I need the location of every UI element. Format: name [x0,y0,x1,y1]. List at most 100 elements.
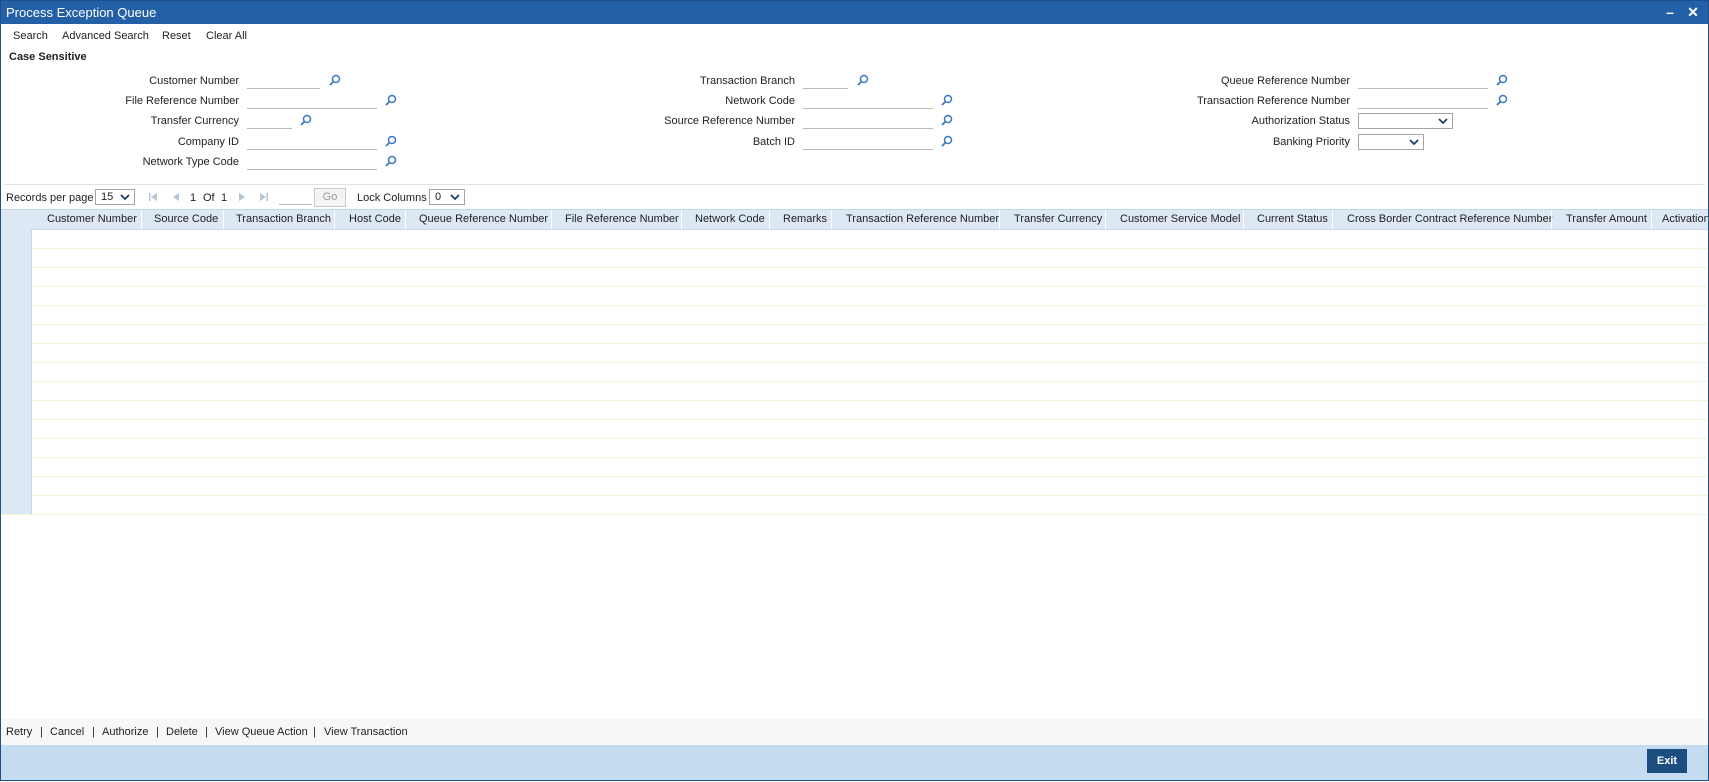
queue-reference-number-input[interactable] [1358,74,1488,89]
next-page-icon[interactable] [237,192,247,202]
row-selector[interactable] [1,457,32,476]
reset-button[interactable]: Reset [162,30,191,42]
row-selector[interactable] [1,381,32,400]
table-row[interactable] [1,286,1708,306]
column-header-network-code[interactable]: Network Code [695,213,765,225]
row-selector[interactable] [1,400,32,419]
network-code-label: Network Code [725,95,795,107]
table-row[interactable] [1,476,1708,496]
network-code-search-icon[interactable] [941,94,953,106]
search-button[interactable]: Search [13,30,48,42]
column-header-transaction-branch[interactable]: Transaction Branch [236,213,331,225]
column-header-customer-number[interactable]: Customer Number [47,213,137,225]
records-per-page-select[interactable]: 15 [95,189,135,205]
file-reference-number-search-icon[interactable] [385,94,397,106]
file-reference-number-label: File Reference Number [125,95,239,107]
row-selector[interactable] [1,343,32,362]
row-selector[interactable] [1,419,32,438]
transaction-branch-input[interactable] [803,74,848,89]
batch-id-input[interactable] [803,135,933,150]
column-header-transfer-currency[interactable]: Transfer Currency [1014,213,1102,225]
last-page-icon[interactable] [259,192,269,202]
row-selector[interactable] [1,495,32,514]
page-number-input[interactable] [279,190,312,205]
network-type-code-input[interactable] [247,155,377,170]
network-code-input[interactable] [803,94,933,109]
network-type-code-label: Network Type Code [142,156,239,168]
row-selector[interactable] [1,267,32,286]
transfer-currency-input[interactable] [247,114,292,129]
authorize-button[interactable]: Authorize [102,726,148,738]
first-page-icon[interactable] [148,192,158,202]
customer-number-label: Customer Number [149,75,239,87]
table-row[interactable] [1,343,1708,363]
exit-button[interactable]: Exit [1647,749,1687,773]
delete-button[interactable]: Delete [166,726,198,738]
table-row[interactable] [1,305,1708,325]
footer-bar: Exit [1,745,1708,780]
column-header-queue-reference-number[interactable]: Queue Reference Number [419,213,548,225]
row-selector[interactable] [1,305,32,324]
table-row[interactable] [1,324,1708,344]
banking-priority-select[interactable] [1358,134,1424,150]
source-reference-number-input[interactable] [803,114,933,129]
table-row[interactable] [1,248,1708,268]
authorization-status-select[interactable] [1358,113,1453,129]
row-selector[interactable] [1,362,32,381]
previous-page-icon[interactable] [171,192,181,202]
lock-columns-select[interactable]: 0 [429,189,465,205]
table-row[interactable] [1,229,1708,249]
clear-all-button[interactable]: Clear All [206,30,247,42]
column-header-file-reference-number[interactable]: File Reference Number [565,213,679,225]
transaction-branch-label: Transaction Branch [700,75,795,87]
customer-number-input[interactable] [247,74,320,89]
chevron-down-icon [1409,139,1419,146]
row-selector[interactable] [1,286,32,305]
table-row[interactable] [1,495,1708,515]
customer-number-search-icon[interactable] [329,74,341,86]
column-header-cross-border-contract-reference-number[interactable]: Cross Border Contract Reference Number [1347,213,1552,225]
column-header-current-status[interactable]: Current Status [1257,213,1328,225]
company-id-input[interactable] [247,135,377,150]
column-header-transaction-reference-number[interactable]: Transaction Reference Number [846,213,999,225]
file-reference-number-input[interactable] [247,94,377,109]
row-selector[interactable] [1,248,32,267]
column-header-customer-service-model[interactable]: Customer Service Model [1120,213,1240,225]
go-button[interactable]: Go [314,188,346,207]
network-type-code-search-icon[interactable] [385,155,397,167]
transfer-currency-search-icon[interactable] [300,114,312,126]
batch-id-search-icon[interactable] [941,135,953,147]
column-header-remarks[interactable]: Remarks [783,213,827,225]
row-selector[interactable] [1,324,32,343]
select-all-cell[interactable] [1,210,31,229]
advanced-search-button[interactable]: Advanced Search [62,30,149,42]
column-header-activation[interactable]: Activation [1662,213,1708,225]
results-grid: Customer Number Source Code Transaction … [1,209,1708,515]
table-row[interactable] [1,438,1708,458]
close-icon[interactable]: ✕ [1684,3,1702,21]
source-reference-number-search-icon[interactable] [941,114,953,126]
column-header-host-code[interactable]: Host Code [349,213,401,225]
view-queue-action-button[interactable]: View Queue Action [215,726,308,738]
transaction-branch-search-icon[interactable] [857,74,869,86]
company-id-search-icon[interactable] [385,135,397,147]
row-selector[interactable] [1,438,32,457]
minimize-icon[interactable]: – [1661,3,1679,21]
table-row[interactable] [1,400,1708,420]
table-row[interactable] [1,457,1708,477]
table-row[interactable] [1,362,1708,382]
row-selector[interactable] [1,229,32,248]
column-header-transfer-amount[interactable]: Transfer Amount [1566,213,1647,225]
transaction-reference-number-input[interactable] [1358,94,1488,109]
view-transaction-button[interactable]: View Transaction [324,726,408,738]
title-bar[interactable]: Process Exception Queue – ✕ [1,1,1708,24]
column-header-source-code[interactable]: Source Code [154,213,218,225]
table-row[interactable] [1,381,1708,401]
table-row[interactable] [1,419,1708,439]
queue-reference-number-search-icon[interactable] [1496,74,1508,86]
table-row[interactable] [1,267,1708,287]
transaction-reference-number-search-icon[interactable] [1496,94,1508,106]
row-selector[interactable] [1,476,32,495]
retry-button[interactable]: Retry [6,726,32,738]
cancel-button[interactable]: Cancel [50,726,84,738]
